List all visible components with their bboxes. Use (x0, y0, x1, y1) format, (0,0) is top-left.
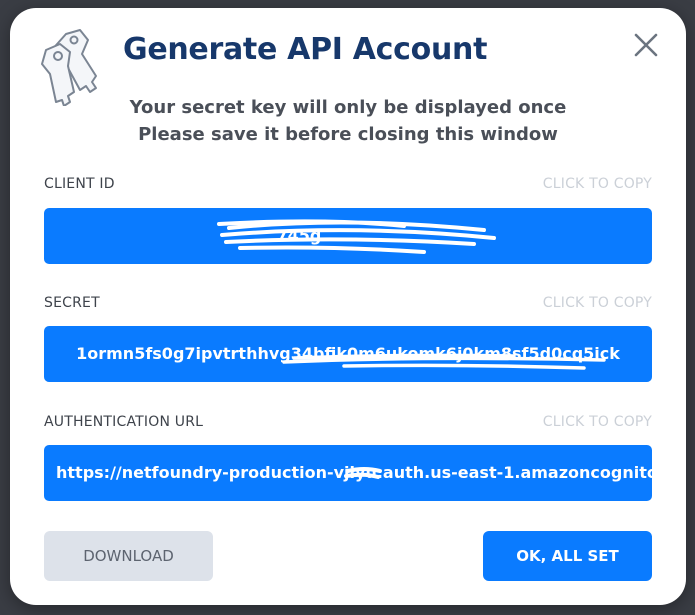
secret-label: SECRET (44, 295, 100, 311)
client-id-value: 745g... (276, 226, 340, 245)
client-id-copy-link[interactable]: CLICK TO COPY (543, 176, 652, 192)
modal-title: Generate API Account (123, 32, 488, 67)
client-id-label: CLIENT ID (44, 176, 115, 192)
client-id-field[interactable]: 745g... (44, 208, 652, 264)
ok-all-set-button[interactable]: OK, ALL SET (483, 531, 652, 581)
auth-url-field[interactable]: https://netfoundry-production-vjiyu.auth… (44, 445, 652, 501)
secret-field[interactable]: 1ormn5fs0g7ipvtrthhvg34bfik0m6ukomk6j0km… (44, 326, 652, 382)
secret-copy-link[interactable]: CLICK TO COPY (543, 295, 652, 311)
generate-api-account-modal: Generate API Account Your secret key wil… (10, 8, 686, 605)
redaction-scribble (217, 219, 496, 254)
subtitle-line-2: Please save it before closing this windo… (138, 124, 558, 145)
close-icon[interactable] (631, 30, 661, 60)
secret-value: 1ormn5fs0g7ipvtrthhvg34bfik0m6ukomk6j0km… (76, 344, 620, 363)
auth-url-label: AUTHENTICATION URL (44, 414, 204, 430)
auth-url-value: https://netfoundry-production-vjiyu.auth… (56, 463, 652, 482)
subtitle-line-1: Your secret key will only be displayed o… (129, 97, 567, 118)
auth-url-copy-link[interactable]: CLICK TO COPY (543, 414, 652, 430)
download-button[interactable]: DOWNLOAD (44, 531, 213, 581)
